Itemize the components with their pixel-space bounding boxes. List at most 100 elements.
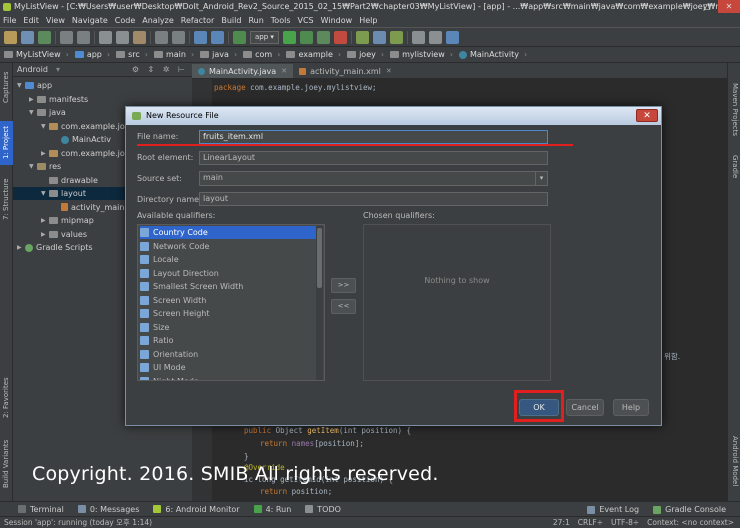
chevron-down-icon[interactable]: ▾	[535, 172, 547, 185]
close-tab-icon[interactable]: ✕	[281, 67, 287, 75]
file-encoding[interactable]: UTF-8÷	[611, 517, 639, 528]
settings-icon[interactable]	[428, 30, 442, 44]
scrollbar-thumb[interactable]	[317, 228, 322, 288]
menu-file[interactable]: File	[3, 16, 16, 25]
context-indicator[interactable]: Context: <no context>	[647, 517, 734, 528]
qualifier-item[interactable]: Locale	[140, 253, 316, 266]
tab-project[interactable]: 1: Project	[0, 121, 13, 165]
menu-build[interactable]: Build	[221, 16, 241, 25]
save-all-icon[interactable]	[21, 30, 34, 44]
collapse-arrow-icon[interactable]: ▼	[17, 79, 25, 92]
breadcrumb-item[interactable]: example ›	[286, 50, 341, 59]
qualifier-item[interactable]: Network Code	[140, 240, 316, 253]
help-button[interactable]: Help	[613, 399, 649, 416]
tab-messages[interactable]: 0: Messages	[77, 505, 139, 514]
breadcrumb-item[interactable]: joey ›	[347, 50, 384, 59]
chevron-down-icon[interactable]: ▾	[56, 65, 60, 74]
menu-run[interactable]: Run	[248, 16, 263, 25]
tab-mainactivity-java[interactable]: MainActivity.java ✕	[192, 64, 294, 78]
breadcrumb-item[interactable]: src ›	[116, 50, 148, 59]
code-line[interactable]: return position;	[260, 487, 332, 496]
collapse-arrow-icon[interactable]: ▼	[29, 160, 37, 173]
tab-gradle-console[interactable]: Gradle Console	[653, 505, 726, 514]
directory-name-input[interactable]: layout	[199, 192, 548, 206]
tab-build-variants[interactable]: Build Variants	[0, 435, 13, 493]
caret-position[interactable]: 27:1	[553, 517, 570, 528]
replace-icon[interactable]	[172, 30, 185, 44]
breadcrumb-item[interactable]: com ›	[243, 50, 280, 59]
menu-help[interactable]: Help	[359, 16, 377, 25]
collapse-arrow-icon[interactable]: ▼	[41, 187, 49, 200]
breadcrumb-item[interactable]: app ›	[74, 50, 110, 59]
attach-debugger-icon[interactable]	[316, 30, 330, 44]
close-window-button[interactable]: ✕	[718, 0, 740, 13]
project-view-selector[interactable]: Android	[17, 65, 48, 74]
paste-icon[interactable]	[133, 30, 146, 44]
tab-structure[interactable]: 7: Structure	[0, 175, 13, 223]
tab-gradle[interactable]: Gradle	[728, 151, 740, 183]
collapse-arrow-icon[interactable]: ▼	[41, 120, 49, 133]
expand-arrow-icon[interactable]: ▶	[17, 241, 25, 254]
expand-arrow-icon[interactable]: ▶	[41, 228, 49, 241]
add-qualifier-button[interactable]: >>	[331, 278, 356, 293]
file-name-input[interactable]: fruits_item.xml	[199, 130, 548, 144]
code-line[interactable]: return names[position];	[260, 439, 364, 448]
back-icon[interactable]	[194, 30, 207, 44]
line-separator[interactable]: CRLF÷	[578, 517, 603, 528]
find-icon[interactable]	[155, 30, 168, 44]
sync-icon[interactable]	[38, 30, 51, 44]
dialog-close-button[interactable]: ✕	[636, 109, 658, 122]
project-structure-icon[interactable]	[411, 30, 425, 44]
avd-manager-icon[interactable]	[355, 30, 369, 44]
tab-captures[interactable]: Captures	[0, 67, 13, 107]
menu-analyze[interactable]: Analyze	[142, 16, 174, 25]
menu-vcs[interactable]: VCS	[298, 16, 314, 25]
qualifier-item[interactable]: Layout Direction	[140, 267, 316, 280]
remove-qualifier-button[interactable]: <<	[331, 299, 356, 314]
code-line[interactable]: }	[244, 452, 249, 461]
sdk-manager-icon[interactable]	[372, 30, 386, 44]
forward-icon[interactable]	[211, 30, 224, 44]
code-line[interactable]: public Object getItem(int position) {	[244, 426, 411, 435]
breadcrumb-item[interactable]: MainActivity ›	[458, 50, 527, 59]
expand-arrow-icon[interactable]: ▶	[29, 93, 37, 106]
tab-android-model[interactable]: Android Model	[728, 431, 740, 491]
tab-terminal[interactable]: Terminal	[18, 505, 64, 514]
stop-icon[interactable]	[333, 30, 347, 44]
minimize-button[interactable]: –	[674, 0, 696, 13]
root-element-input[interactable]: LinearLayout	[199, 151, 548, 165]
run-icon[interactable]	[282, 30, 296, 44]
tab-todo[interactable]: TODO	[305, 505, 341, 514]
breadcrumb-item[interactable]: java ›	[200, 50, 237, 59]
cut-icon[interactable]	[99, 30, 112, 44]
menu-view[interactable]: View	[46, 16, 65, 25]
menu-tools[interactable]: Tools	[271, 16, 291, 25]
menu-code[interactable]: Code	[115, 16, 135, 25]
tree-item[interactable]: ▼ app	[13, 79, 192, 92]
qualifier-item[interactable]: UI Mode	[140, 361, 316, 374]
qualifier-item[interactable]: Screen Width	[140, 294, 316, 307]
code-line[interactable]: 위함.	[664, 351, 680, 362]
maximize-button[interactable]: □	[696, 0, 718, 13]
expand-arrow-icon[interactable]: ▶	[41, 147, 49, 160]
source-set-select[interactable]: main ▾	[199, 171, 548, 186]
run-configuration-select[interactable]: app ▾	[250, 30, 279, 44]
help-icon[interactable]	[445, 30, 459, 44]
qualifier-item[interactable]: Size	[140, 321, 316, 334]
android-device-monitor-icon[interactable]	[389, 30, 403, 44]
tab-activity-main-xml[interactable]: activity_main.xml ✕	[293, 64, 398, 78]
breadcrumb-item[interactable]: main ›	[153, 50, 194, 59]
breadcrumb-item[interactable]: MyListView ›	[4, 50, 69, 59]
tab-android-monitor[interactable]: 6: Android Monitor	[153, 505, 240, 514]
cancel-button[interactable]: Cancel	[566, 399, 604, 416]
list-scrollbar[interactable]	[316, 226, 323, 380]
copy-icon[interactable]	[116, 30, 129, 44]
expand-arrow-icon[interactable]: ▶	[41, 214, 49, 227]
redo-icon[interactable]	[77, 30, 90, 44]
menu-edit[interactable]: Edit	[23, 16, 39, 25]
menu-navigate[interactable]: Navigate	[72, 16, 108, 25]
close-tab-icon[interactable]: ✕	[386, 67, 392, 75]
chosen-qualifiers-list[interactable]: Nothing to show	[363, 224, 551, 381]
open-folder-icon[interactable]	[4, 30, 17, 44]
collapse-arrow-icon[interactable]: ▼	[29, 106, 37, 119]
